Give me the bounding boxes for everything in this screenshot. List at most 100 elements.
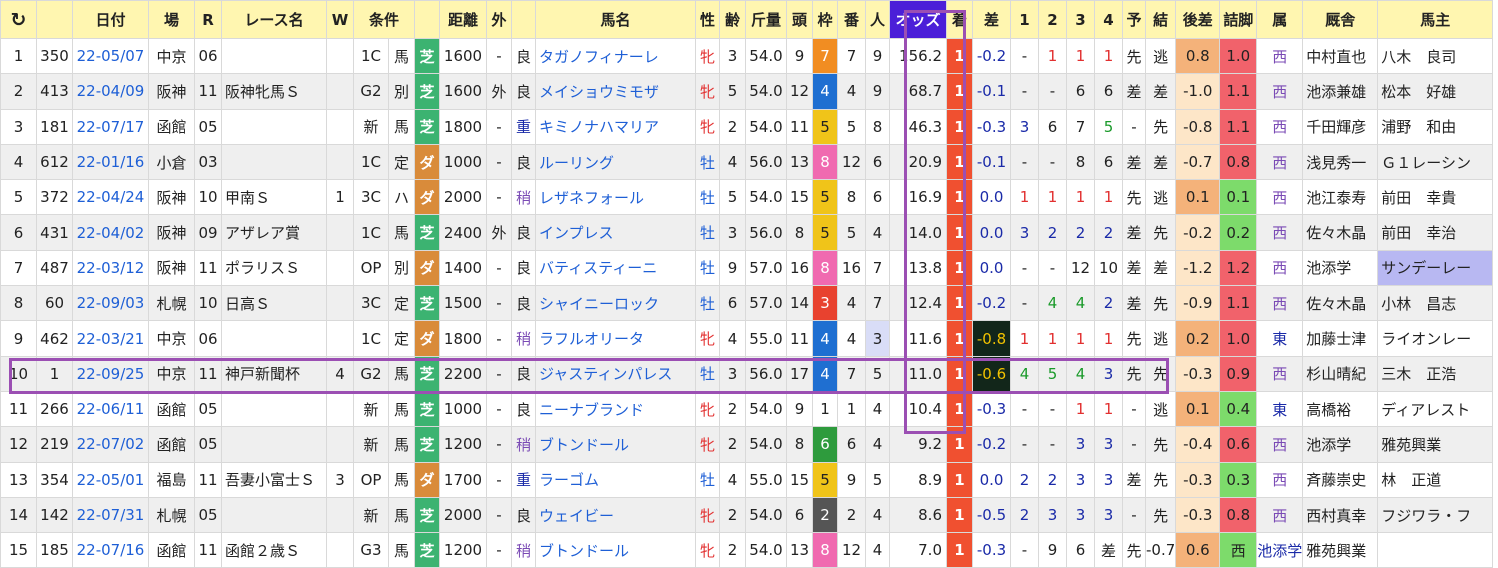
cell-horse-name[interactable]: ウェイビー xyxy=(535,496,696,534)
col-header-condition[interactable]: 条件 xyxy=(353,0,415,39)
cell-race-name: ポラリスＳ xyxy=(221,249,327,287)
cell-race-date[interactable]: 22-09/25 xyxy=(72,355,149,392)
table-row[interactable]: 6 431 22-04/02 阪神 09 アザレア賞 1C 馬芝 2400 外良インプレス牡 3 56… xyxy=(0,214,1494,251)
cell-horse-name[interactable]: ブトンドール xyxy=(535,532,696,568)
col-header-going[interactable] xyxy=(511,0,536,39)
cell-ninki: 5 xyxy=(865,461,890,498)
cell-horse-name[interactable]: ブトンドール xyxy=(535,426,696,463)
cell-horse-name[interactable]: メイショウミモザ xyxy=(535,73,696,110)
col-header-weight[interactable]: 斤量 xyxy=(745,0,787,39)
cell-race-type: 定 xyxy=(388,320,415,357)
cell-race-date[interactable]: 22-06/11 xyxy=(72,390,149,428)
col-header-corner2[interactable]: 2 xyxy=(1038,0,1067,39)
col-header-prediction[interactable]: 予 xyxy=(1122,0,1146,39)
col-header-surface[interactable] xyxy=(414,0,440,39)
table-row[interactable]: 1 350 22-05/07 中京 06 1C 馬芝 1600- 良タガノフィナーレ牝 3 54.0… xyxy=(0,37,1494,75)
refresh-button[interactable]: ↻ xyxy=(0,0,37,39)
table-row[interactable]: 3 181 22-07/17 函館 05 新馬芝 1800- 重キミノナハマリア牝 2 54.0 1… xyxy=(0,108,1494,145)
cell-age: 5 xyxy=(719,73,746,110)
col-header-corner1[interactable]: 1 xyxy=(1010,0,1039,39)
col-header-race-name[interactable]: レース名 xyxy=(221,0,327,39)
col-header-odds[interactable]: オッズ xyxy=(889,0,947,39)
col-header-chaku[interactable]: 着 xyxy=(946,0,973,39)
cell-race-date[interactable]: 22-01/16 xyxy=(72,143,149,181)
cell-horse-name[interactable]: キミノナハマリア xyxy=(535,108,696,145)
table-row[interactable]: 2 413 22-04/09 阪神 11 阪神牝馬Ｓ G2 別芝 1600 外良メイショウミモザ牝… xyxy=(0,73,1494,110)
cell-race-date[interactable]: 22-05/01 xyxy=(72,461,149,498)
cell-corner4: 2 xyxy=(1094,214,1123,251)
cell-zoku: 西 xyxy=(1256,37,1304,75)
col-header-index[interactable] xyxy=(36,0,73,39)
cell-horse-name[interactable]: ニーナブランド xyxy=(535,390,696,428)
refresh-icon[interactable]: ↻ xyxy=(11,9,27,31)
col-header-corner3[interactable]: 3 xyxy=(1066,0,1095,39)
col-header-zoku[interactable]: 属 xyxy=(1256,0,1304,39)
table-row[interactable]: 4 612 22-01/16 小倉 03 1C 定ダ 1000- 良ルーリング牡 4 56.0 13 8… xyxy=(0,143,1494,181)
table-row[interactable]: 9 462 22-03/21 中京 06 1C 定ダ 1800- 稍ラフルオリータ牝 4 55.0 1… xyxy=(0,320,1494,357)
cell-horse-name[interactable]: タガノフィナーレ xyxy=(535,37,696,75)
cell-going: 良 xyxy=(511,355,536,392)
col-header-result[interactable]: 結 xyxy=(1144,0,1177,39)
cell-race-date[interactable]: 22-04/09 xyxy=(72,73,149,110)
col-header-kosa[interactable]: 後差 xyxy=(1175,0,1221,39)
col-header-age[interactable]: 齢 xyxy=(719,0,746,39)
cell-horse-name[interactable]: ジャスティンパレス xyxy=(535,355,696,392)
cell-outer: - xyxy=(486,426,512,463)
col-header-date[interactable]: 日付 xyxy=(72,0,149,39)
cell-result: -0.7 xyxy=(1144,532,1177,568)
col-header-outer[interactable]: 外 xyxy=(486,0,512,39)
cell-race-date[interactable]: 22-05/07 xyxy=(72,37,149,75)
cell-diff: -0.3 xyxy=(972,532,1011,568)
table-row[interactable]: 10 1 22-09/25 中京 11 神戸新聞杯 4 G2 馬芝 2200- 良ジャスティンパレス… xyxy=(0,355,1494,392)
col-header-w[interactable]: W xyxy=(326,0,354,39)
cell-horse-name[interactable]: インプレス xyxy=(535,214,696,251)
col-header-waku[interactable]: 枠 xyxy=(812,0,838,39)
cell-heads: 16 xyxy=(786,249,813,287)
cell-horse-name[interactable]: シャイニーロック xyxy=(535,285,696,322)
cell-race-id: 487 xyxy=(36,249,73,287)
cell-race-date[interactable]: 22-03/12 xyxy=(72,249,149,287)
col-header-distance[interactable]: 距離 xyxy=(439,0,487,39)
table-row[interactable]: 13 354 22-05/01 福島 11 吾妻小富士Ｓ 3 OP 馬ダ 1700- 重ラーゴム牡 4… xyxy=(0,461,1494,498)
cell-prediction: 先 xyxy=(1122,320,1146,357)
cell-ninki: 4 xyxy=(865,532,890,568)
cell-race-date[interactable]: 22-07/17 xyxy=(72,108,149,145)
cell-horse-name[interactable]: ルーリング xyxy=(535,143,696,181)
table-row[interactable]: 12 219 22-07/02 函館 05 新馬芝 1200- 稍ブトンドール牝 2 54.0 8 6… xyxy=(0,426,1494,463)
cell-horse-name[interactable]: バティスティーニ xyxy=(535,249,696,287)
cell-waku: 8 xyxy=(812,143,838,181)
col-header-diff[interactable]: 差 xyxy=(972,0,1011,39)
cell-race-date[interactable]: 22-07/16 xyxy=(72,532,149,568)
table-row[interactable]: 14 142 22-07/31 札幌 05 新馬芝 2000- 良ウェイビー牝 2 54.0 6 2 2… xyxy=(0,496,1494,534)
cell-horse-name[interactable]: レザネフォール xyxy=(535,179,696,216)
cell-race-date[interactable]: 22-09/03 xyxy=(72,285,149,322)
col-header-num[interactable]: 番 xyxy=(837,0,866,39)
cell-w: 1 xyxy=(326,179,354,216)
table-row[interactable]: 15 185 22-07/16 函館 11 函館２歳Ｓ G3 馬芝 1200- 稍ブトンドール牝 2… xyxy=(0,532,1494,568)
col-header-owner[interactable]: 馬主 xyxy=(1377,0,1494,39)
col-header-race[interactable]: R xyxy=(194,0,222,39)
col-header-ninki[interactable]: 人 xyxy=(865,0,890,39)
cell-age: 3 xyxy=(719,355,746,392)
cell-horse-name[interactable]: ラーゴム xyxy=(535,461,696,498)
cell-race-date[interactable]: 22-07/02 xyxy=(72,426,149,463)
cell-distance: 2400 xyxy=(439,214,487,251)
table-row[interactable]: 8 60 22-09/03 札幌 10 日高Ｓ 3C 定芝 1500- 良シャイニーロック牡 6 57… xyxy=(0,285,1494,322)
cell-race-date[interactable]: 22-04/24 xyxy=(72,179,149,216)
cell-race-date[interactable]: 22-04/02 xyxy=(72,214,149,251)
cell-race-date[interactable]: 22-03/21 xyxy=(72,320,149,357)
cell-horse-name[interactable]: ラフルオリータ xyxy=(535,320,696,357)
cell-ninki: 4 xyxy=(865,426,890,463)
col-header-place[interactable]: 場 xyxy=(148,0,195,39)
cell-result: 逃 xyxy=(1144,390,1177,428)
col-header-tsume[interactable]: 詰脚 xyxy=(1219,0,1258,39)
col-header-sex[interactable]: 性 xyxy=(695,0,720,39)
col-header-kyusha[interactable]: 厩舎 xyxy=(1302,0,1379,39)
col-header-heads[interactable]: 頭 xyxy=(786,0,813,39)
cell-race-date[interactable]: 22-07/31 xyxy=(72,496,149,534)
table-row[interactable]: 11 266 22-06/11 函館 05 新馬芝 1000- 良ニーナブランド牝 2 54.0 9… xyxy=(0,390,1494,428)
col-header-horse-name[interactable]: 馬名 xyxy=(535,0,696,39)
table-row[interactable]: 7 487 22-03/12 阪神 11 ポラリスＳ OP 別ダ 1400- 良バティスティーニ牡… xyxy=(0,249,1494,287)
col-header-corner4[interactable]: 4 xyxy=(1094,0,1123,39)
table-row[interactable]: 5 372 22-04/24 阪神 10 甲南Ｓ 1 3C ハダ 2000- 稍レザネフォール牡 5 5… xyxy=(0,179,1494,216)
